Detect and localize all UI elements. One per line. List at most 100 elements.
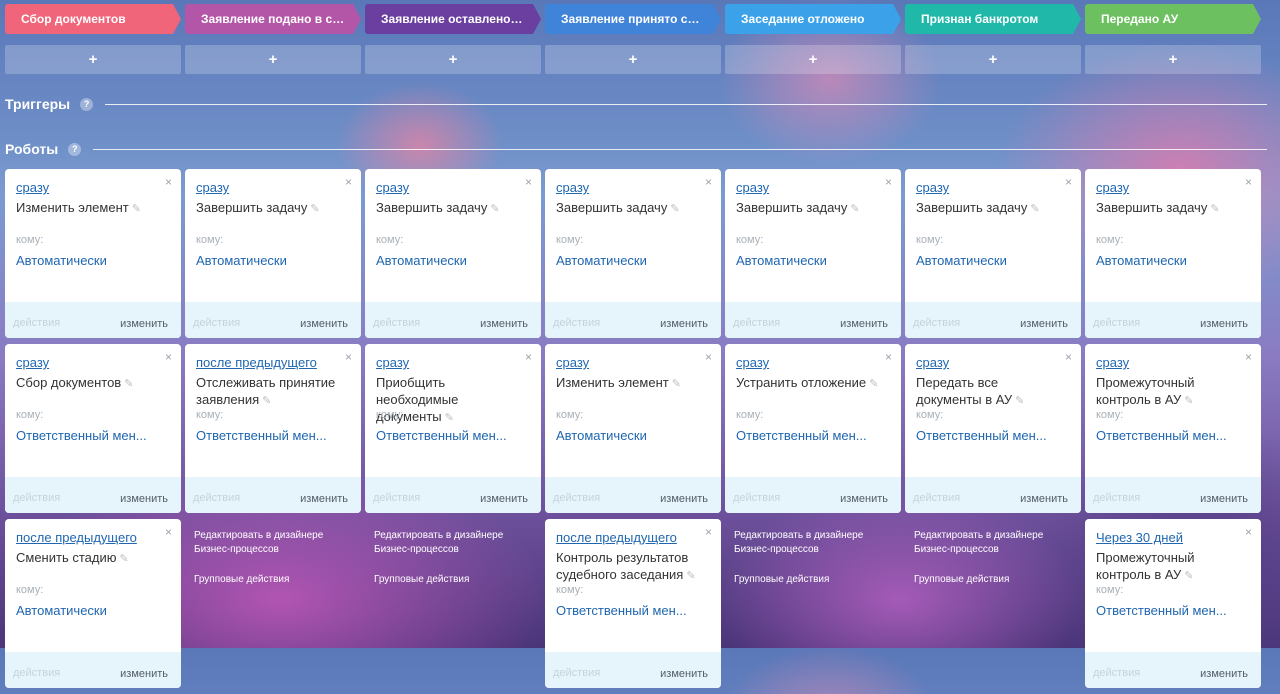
edit-robot-link[interactable]: изменить: [120, 493, 168, 505]
robot-responsible-link[interactable]: Автоматически: [16, 253, 107, 268]
robot-delay-link[interactable]: сразу: [196, 180, 229, 195]
edit-in-designer-link[interactable]: Редактировать в дизайнере Бизнес-процесс…: [734, 530, 863, 555]
robot-delay-link[interactable]: сразу: [376, 355, 409, 370]
pencil-icon[interactable]: ✎: [1015, 395, 1024, 407]
pencil-icon[interactable]: ✎: [670, 203, 679, 215]
robot-delay-link[interactable]: сразу: [556, 180, 589, 195]
robot-delay-link[interactable]: сразу: [736, 355, 769, 370]
robot-card[interactable]: × сразу Завершить задачу ✎ кому: Автомати…: [365, 169, 541, 338]
edit-robot-link[interactable]: изменить: [1200, 318, 1248, 330]
robot-responsible-link[interactable]: Автоматически: [916, 253, 1007, 268]
help-icon[interactable]: ?: [68, 142, 82, 156]
edit-robot-link[interactable]: изменить: [1200, 493, 1248, 505]
robot-card[interactable]: × сразу Завершить задачу ✎ кому: Автомати…: [725, 169, 901, 338]
stage-priznan-bankrotom[interactable]: Признан банкротом: [905, 4, 1081, 34]
robot-card[interactable]: × сразу Приобщить необходимые документы ✎…: [365, 344, 541, 513]
pencil-icon[interactable]: ✎: [310, 203, 319, 215]
edit-robot-link[interactable]: изменить: [480, 318, 528, 330]
add-trigger-button[interactable]: +: [725, 45, 901, 74]
robot-responsible-link[interactable]: Автоматически: [556, 253, 647, 268]
close-icon[interactable]: ×: [1065, 350, 1072, 364]
robot-card[interactable]: × сразу Изменить элемент ✎ кому: Автомати…: [545, 344, 721, 513]
group-actions-link[interactable]: Групповые действия: [914, 573, 1081, 587]
edit-in-designer-link[interactable]: Редактировать в дизайнере Бизнес-процесс…: [374, 530, 503, 555]
pencil-icon[interactable]: ✎: [1184, 395, 1193, 407]
robot-responsible-link[interactable]: Ответственный мен...: [736, 428, 867, 443]
pencil-icon[interactable]: ✎: [869, 378, 878, 390]
edit-in-designer-link[interactable]: Редактировать в дизайнере Бизнес-процесс…: [914, 530, 1043, 555]
robot-card[interactable]: × после предыдущего Контроль результатов…: [545, 519, 721, 688]
group-actions-link[interactable]: Групповые действия: [734, 573, 901, 587]
close-icon[interactable]: ×: [705, 525, 712, 539]
pencil-icon[interactable]: ✎: [124, 378, 133, 390]
close-icon[interactable]: ×: [705, 175, 712, 189]
close-icon[interactable]: ×: [525, 175, 532, 189]
robot-card[interactable]: × сразу Завершить задачу ✎ кому: Автомати…: [905, 169, 1081, 338]
robot-delay-link[interactable]: сразу: [916, 355, 949, 370]
robot-responsible-link[interactable]: Ответственный мен...: [916, 428, 1047, 443]
robot-card[interactable]: × сразу Передать все документы в АУ ✎ ком…: [905, 344, 1081, 513]
edit-robot-link[interactable]: изменить: [300, 318, 348, 330]
edit-robot-link[interactable]: изменить: [300, 493, 348, 505]
pencil-icon[interactable]: ✎: [119, 553, 128, 565]
close-icon[interactable]: ×: [1245, 525, 1252, 539]
add-trigger-button[interactable]: +: [185, 45, 361, 74]
close-icon[interactable]: ×: [885, 175, 892, 189]
edit-robot-link[interactable]: изменить: [120, 318, 168, 330]
robot-responsible-link[interactable]: Автоматически: [736, 253, 827, 268]
edit-robot-link[interactable]: изменить: [840, 493, 888, 505]
close-icon[interactable]: ×: [345, 175, 352, 189]
robot-delay-link[interactable]: сразу: [16, 180, 49, 195]
robot-responsible-link[interactable]: Ответственный мен...: [1096, 428, 1227, 443]
edit-robot-link[interactable]: изменить: [480, 493, 528, 505]
pencil-icon[interactable]: ✎: [1184, 570, 1193, 582]
edit-robot-link[interactable]: изменить: [1020, 493, 1068, 505]
pencil-icon[interactable]: ✎: [262, 395, 271, 407]
add-trigger-button[interactable]: +: [1085, 45, 1261, 74]
close-icon[interactable]: ×: [165, 350, 172, 364]
robot-responsible-link[interactable]: Ответственный мен...: [556, 603, 687, 618]
pencil-icon[interactable]: ✎: [1210, 203, 1219, 215]
robot-delay-link[interactable]: после предыдущего: [556, 530, 677, 545]
edit-robot-link[interactable]: изменить: [660, 668, 708, 680]
robot-delay-link[interactable]: Через 30 дней: [1096, 530, 1183, 545]
add-trigger-button[interactable]: +: [5, 45, 181, 74]
edit-robot-link[interactable]: изменить: [120, 668, 168, 680]
robot-card[interactable]: × после предыдущего Отслеживать принятие…: [185, 344, 361, 513]
stage-sbor-dokumentov[interactable]: Сбор документов: [5, 4, 181, 34]
pencil-icon[interactable]: ✎: [490, 203, 499, 215]
add-trigger-button[interactable]: +: [545, 45, 721, 74]
robot-responsible-link[interactable]: Автоматически: [556, 428, 647, 443]
robot-responsible-link[interactable]: Автоматически: [16, 603, 107, 618]
robot-card[interactable]: × после предыдущего Сменить стадию ✎ кому…: [5, 519, 181, 688]
close-icon[interactable]: ×: [165, 525, 172, 539]
robot-responsible-link[interactable]: Автоматически: [376, 253, 467, 268]
robot-delay-link[interactable]: сразу: [376, 180, 409, 195]
robot-responsible-link[interactable]: Ответственный мен...: [1096, 603, 1227, 618]
edit-robot-link[interactable]: изменить: [660, 493, 708, 505]
close-icon[interactable]: ×: [525, 350, 532, 364]
robot-delay-link[interactable]: сразу: [1096, 355, 1129, 370]
close-icon[interactable]: ×: [345, 350, 352, 364]
pencil-icon[interactable]: ✎: [686, 570, 695, 582]
robot-delay-link[interactable]: сразу: [16, 355, 49, 370]
edit-robot-link[interactable]: изменить: [840, 318, 888, 330]
robot-delay-link[interactable]: сразу: [556, 355, 589, 370]
stage-peredano-au[interactable]: Передано АУ: [1085, 4, 1261, 34]
edit-in-designer-link[interactable]: Редактировать в дизайнере Бизнес-процесс…: [194, 530, 323, 555]
robot-delay-link[interactable]: после предыдущего: [16, 530, 137, 545]
add-trigger-button[interactable]: +: [905, 45, 1081, 74]
pencil-icon[interactable]: ✎: [445, 412, 454, 424]
close-icon[interactable]: ×: [1245, 350, 1252, 364]
pencil-icon[interactable]: ✎: [1030, 203, 1039, 215]
edit-robot-link[interactable]: изменить: [1200, 668, 1248, 680]
stage-zayavlenie-podano[interactable]: Заявление подано в суд: [185, 4, 361, 34]
pencil-icon[interactable]: ✎: [672, 378, 681, 390]
close-icon[interactable]: ×: [1065, 175, 1072, 189]
close-icon[interactable]: ×: [165, 175, 172, 189]
robot-card[interactable]: × Через 30 дней Промежуточный контроль в…: [1085, 519, 1261, 688]
edit-robot-link[interactable]: изменить: [660, 318, 708, 330]
robot-card[interactable]: × сразу Завершить задачу ✎ кому: Автомати…: [1085, 169, 1261, 338]
stage-zasedanie-otlozheno[interactable]: Заседание отложено: [725, 4, 901, 34]
close-icon[interactable]: ×: [885, 350, 892, 364]
